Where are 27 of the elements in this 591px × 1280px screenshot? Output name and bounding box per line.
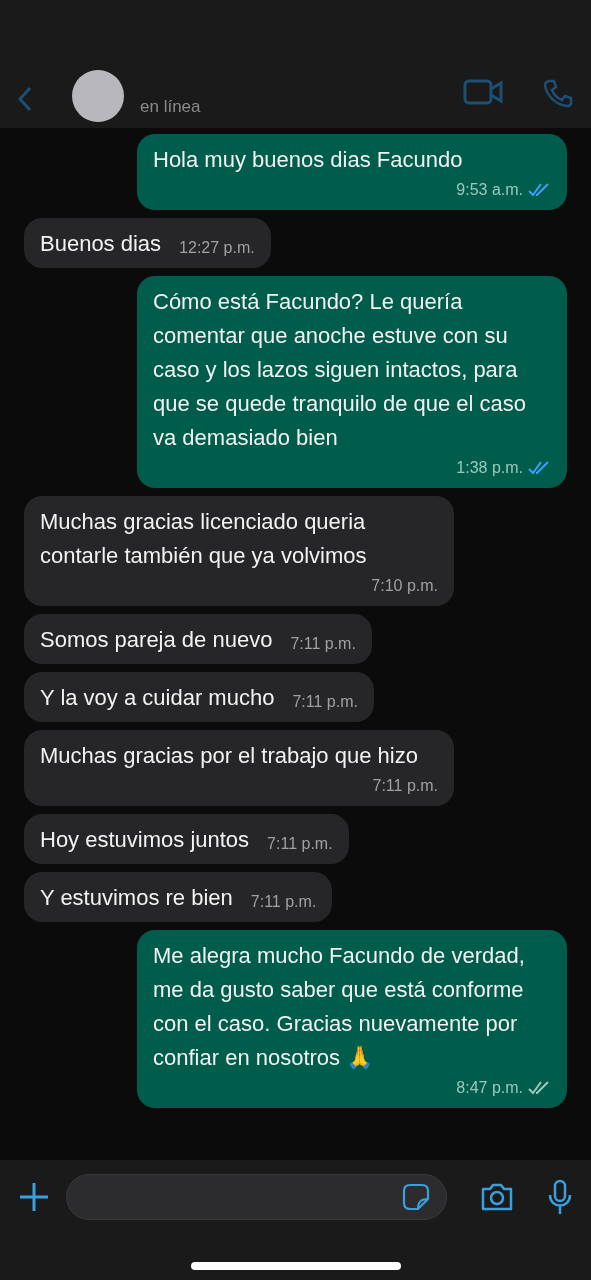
- message-text: Y estuvimos re bien: [40, 884, 233, 912]
- message-time: 7:11 p.m.: [290, 634, 356, 654]
- microphone-icon[interactable]: [547, 1179, 573, 1215]
- contact-status: en línea: [140, 96, 201, 118]
- sticker-icon[interactable]: [402, 1183, 430, 1211]
- message-text: Me alegra mucho Facundo de verdad, me da gusto saber que está conforme con el caso. Gracias nuevamente por confiar en nosotros 🙏: [153, 942, 526, 1072]
- message-text: Cómo está Facundo? Le quería comentar que anoche estuve con su caso y los lazos siguen intactos, para que se quede tranquilo de que el caso va demasiado bien: [153, 288, 528, 452]
- message-time: 7:11 p.m.: [267, 834, 333, 854]
- add-icon[interactable]: [18, 1181, 50, 1213]
- message-text: Somos pareja de nuevo: [40, 626, 273, 654]
- message-text: Muchas gracias por el trabajo que hizo: [40, 742, 418, 770]
- message-time: 7:11 p.m.: [292, 692, 358, 712]
- message-time: 7:11 p.m.: [250, 892, 317, 912]
- message-time: 9:53 a.m.: [456, 180, 523, 200]
- message-time: 7:11 p.m.: [372, 776, 438, 796]
- message-input[interactable]: [66, 1174, 447, 1220]
- contact-avatar[interactable]: [72, 70, 124, 122]
- message-time: 7:10 p.m.: [371, 576, 438, 596]
- message-text: Hoy estuvimos juntos: [40, 826, 250, 854]
- message-text: Y la voy a cuidar mucho: [40, 684, 275, 712]
- message-text: Hola muy buenos dias Facundo: [153, 146, 463, 174]
- message-time: 8:47 p.m.: [456, 1078, 523, 1098]
- message-time: 12:27 p.m.: [179, 238, 255, 258]
- camera-icon[interactable]: [479, 1182, 515, 1212]
- message-text: Muchas gracias licenciado queria contarle también que ya volvimos: [40, 508, 368, 570]
- message-time: 1:38 p.m.: [456, 458, 523, 478]
- message-text: Buenos dias: [40, 230, 162, 258]
